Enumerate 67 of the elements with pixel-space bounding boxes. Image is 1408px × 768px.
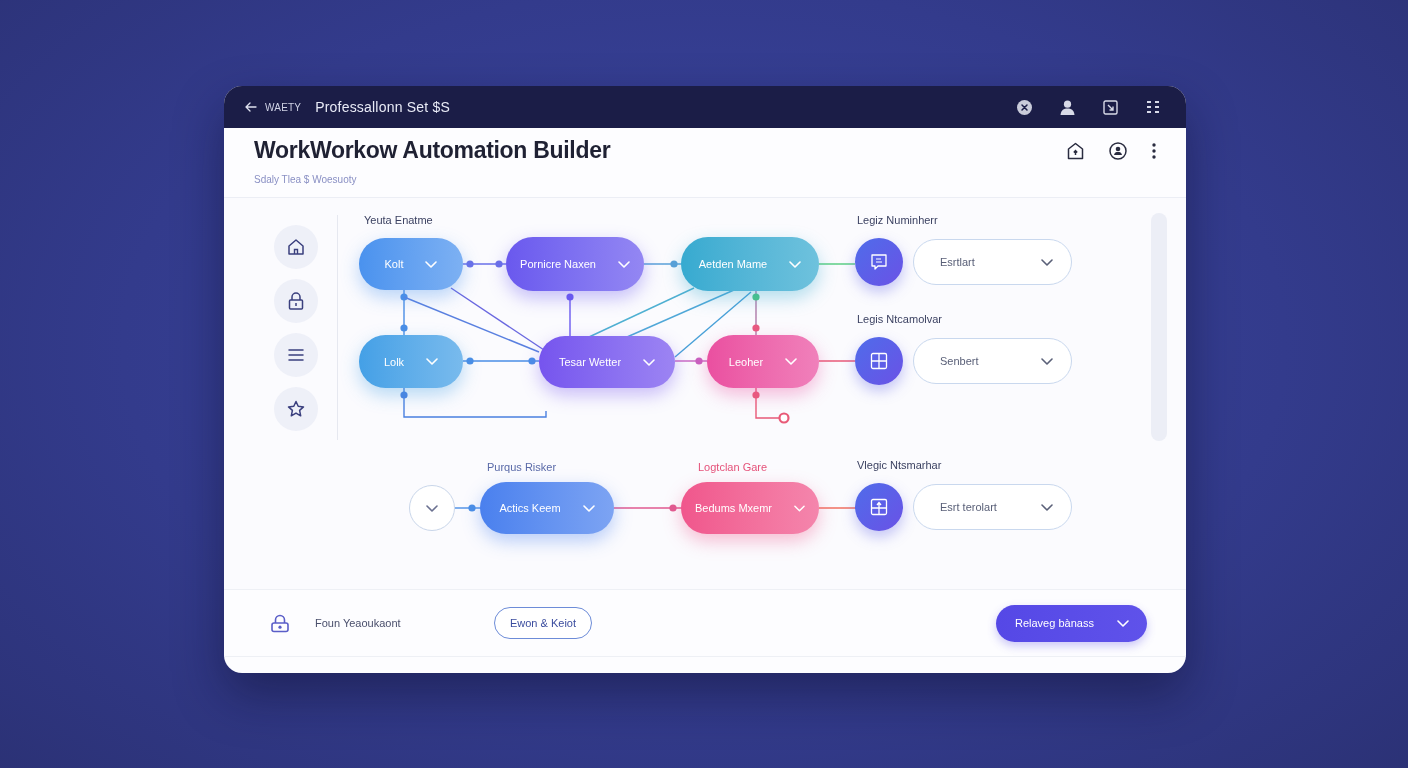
- chevron-down-icon: [794, 504, 805, 512]
- connector-line: [454, 504, 481, 512]
- home-button[interactable]: [274, 225, 318, 269]
- menu-icon: [288, 349, 304, 361]
- workflow-node[interactable]: Aetden Mame: [681, 237, 819, 291]
- star-icon: [287, 400, 305, 418]
- dropdown-select[interactable]: Esrt terolart: [913, 484, 1072, 530]
- workflow-node[interactable]: Lolk: [359, 335, 463, 388]
- chevron-down-icon: [1041, 258, 1053, 266]
- chevron-down-icon: [785, 358, 798, 365]
- section-label: Yeuta Enatme: [364, 214, 433, 226]
- chevron-down-icon: [617, 260, 630, 268]
- more-vertical-icon[interactable]: [1152, 143, 1156, 159]
- chevron-down-icon: [425, 260, 438, 268]
- output-label: Legis Ntcamolvar: [857, 313, 942, 325]
- grid-icon: [870, 352, 888, 370]
- chevron-down-icon: [426, 358, 439, 365]
- connector-line: [462, 260, 507, 268]
- workflow-node[interactable]: Actics Keem: [480, 482, 614, 534]
- connector-line: [818, 360, 856, 362]
- connector-line: [613, 504, 682, 512]
- output-node[interactable]: [855, 483, 903, 531]
- workflow-node[interactable]: Pornicre Naxen: [506, 237, 644, 291]
- back-label[interactable]: WAETY: [265, 101, 302, 113]
- connector-line: [818, 263, 856, 265]
- house-arrow-icon[interactable]: [1067, 142, 1084, 160]
- chevron-down-icon: [643, 358, 656, 366]
- workflow-node[interactable]: Bedums Mxemr: [681, 482, 819, 534]
- user-circle-icon[interactable]: [1109, 142, 1127, 160]
- connector-line: [566, 293, 574, 337]
- page-subtitle: Sdaly Tlea $ Woesuoty: [254, 174, 358, 185]
- user-icon[interactable]: [1060, 99, 1075, 115]
- chevron-down-icon: [1117, 619, 1129, 627]
- section-label: Logtclan Gare: [698, 461, 768, 473]
- workflow-node[interactable]: Tesar Wetter: [539, 336, 675, 388]
- dropdown-select[interactable]: Senbert: [913, 338, 1072, 384]
- connector-line: [818, 507, 856, 509]
- menu-button[interactable]: [274, 333, 318, 377]
- back-arrow-icon[interactable]: [245, 102, 257, 112]
- chevron-down-icon: [426, 504, 438, 512]
- section-label: Purqus Risker: [487, 461, 557, 473]
- output-node[interactable]: [855, 337, 903, 385]
- grid-arrow-icon: [870, 498, 888, 516]
- connector-line: [752, 387, 790, 424]
- close-icon[interactable]: [1017, 99, 1032, 115]
- primary-button[interactable]: Relaveg bànass: [996, 604, 1147, 642]
- window-title: Professallonn Set $S: [315, 99, 450, 115]
- page-title: WorkWorkow Automation Builder: [254, 136, 611, 164]
- apps-grid-icon[interactable]: [1146, 100, 1160, 114]
- chevron-down-icon: [1041, 357, 1053, 365]
- lock-icon: [288, 292, 304, 310]
- workflow-node[interactable]: Leoher: [707, 335, 819, 388]
- output-node[interactable]: [855, 238, 903, 286]
- status-text: Foun Yeaoukaont: [315, 617, 402, 629]
- star-button[interactable]: [274, 387, 318, 431]
- workflow-node[interactable]: Kolt: [359, 238, 463, 290]
- lock-button[interactable]: [274, 279, 318, 323]
- output-label: Legiz Numinherr: [857, 214, 938, 226]
- chevron-down-icon: [582, 504, 595, 512]
- lock-icon: [270, 613, 290, 633]
- output-label: Vlegic Ntsmarhar: [857, 459, 942, 471]
- chevron-down-icon: [1041, 503, 1053, 511]
- connector-line: [643, 260, 682, 268]
- chevron-down-icon: [789, 260, 802, 268]
- home-icon: [287, 238, 305, 256]
- secondary-button[interactable]: Ewon & Keiot: [494, 607, 592, 639]
- dropdown-select[interactable]: Esrtlart: [913, 239, 1072, 285]
